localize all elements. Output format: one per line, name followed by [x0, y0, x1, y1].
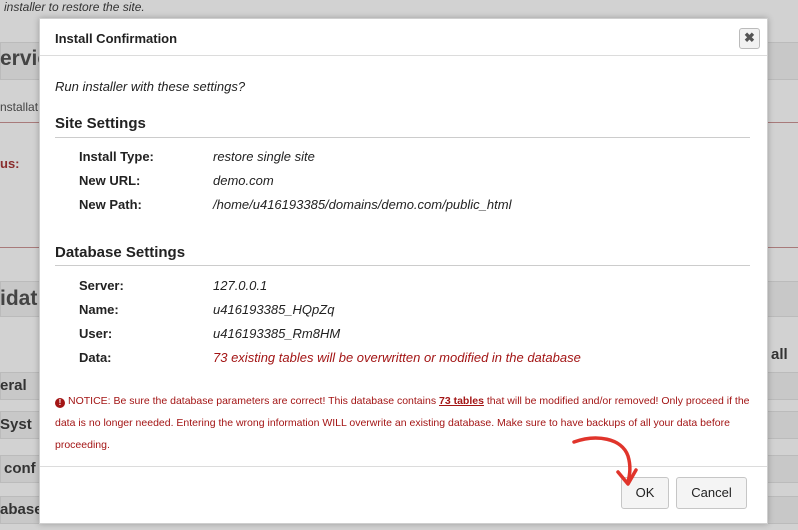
bg-row-system[interactable]: Syst — [0, 416, 32, 433]
dialog-title: Install Confirmation — [55, 31, 178, 46]
new-url-label: New URL: — [79, 173, 141, 188]
db-name-value: u416193385_HQpZq — [213, 302, 335, 317]
bg-status-label: us: — [0, 156, 20, 171]
db-user-label: User: — [79, 326, 113, 341]
install-type-label: Install Type: — [79, 149, 154, 164]
bg-all-toggle[interactable]: all — [771, 346, 788, 363]
server-label: Server: — [79, 278, 124, 293]
bg-row-config[interactable]: conf — [4, 460, 36, 477]
site-settings-title: Site Settings — [55, 115, 146, 132]
new-path-row: New Path: /home/u416193385/domains/demo.c… — [79, 197, 739, 212]
title-divider — [40, 55, 767, 56]
close-button[interactable]: ✖ — [739, 28, 760, 49]
db-data-label: Data: — [79, 350, 112, 365]
db-name-label: Name: — [79, 302, 119, 317]
db-user-value: u416193385_Rm8HM — [213, 326, 341, 341]
install-type-row: Install Type: restore single site — [79, 149, 739, 164]
cancel-button[interactable]: Cancel — [676, 477, 747, 509]
bg-row-database[interactable]: abase — [0, 501, 43, 518]
new-url-row: New URL: demo.com — [79, 173, 739, 188]
new-path-label: New Path: — [79, 197, 142, 212]
new-url-value: demo.com — [213, 173, 274, 188]
bg-row-general[interactable]: eral — [0, 377, 27, 394]
section-divider — [55, 137, 750, 138]
database-settings-title: Database Settings — [55, 244, 186, 261]
server-value: 127.0.0.1 — [213, 278, 268, 293]
new-path-value: /home/u416193385/domains/demo.com/public… — [213, 197, 512, 212]
install-type-value: restore single site — [213, 149, 315, 164]
warning-icon: ! — [55, 398, 65, 408]
db-name-row: Name: u416193385_HQpZq — [79, 302, 739, 317]
annotation-arrow-icon — [572, 436, 638, 486]
footer-divider — [40, 466, 767, 467]
db-data-row: Data: 73 existing tables will be overwrit… — [79, 350, 739, 365]
install-confirmation-dialog: Install Confirmation ✖ Run installer wit… — [39, 18, 768, 524]
database-notice: ! NOTICE: Be sure the database parameters… — [55, 390, 755, 456]
db-user-row: User: u416193385_Rm8HM — [79, 326, 739, 341]
bg-text-installer: nstallat — [0, 100, 39, 114]
tables-link[interactable]: 73 tables — [439, 395, 484, 407]
bg-heading-validation: idat — [0, 287, 38, 310]
confirmation-question: Run installer with these settings? — [55, 79, 246, 94]
server-row: Server: 127.0.0.1 — [79, 278, 739, 293]
db-data-warning: 73 existing tables will be overwritten o… — [213, 350, 581, 365]
section-divider — [55, 265, 750, 266]
bg-top-text: installer to restore the site. — [4, 0, 145, 14]
notice-prefix: NOTICE: Be sure the database parameters … — [68, 395, 439, 407]
